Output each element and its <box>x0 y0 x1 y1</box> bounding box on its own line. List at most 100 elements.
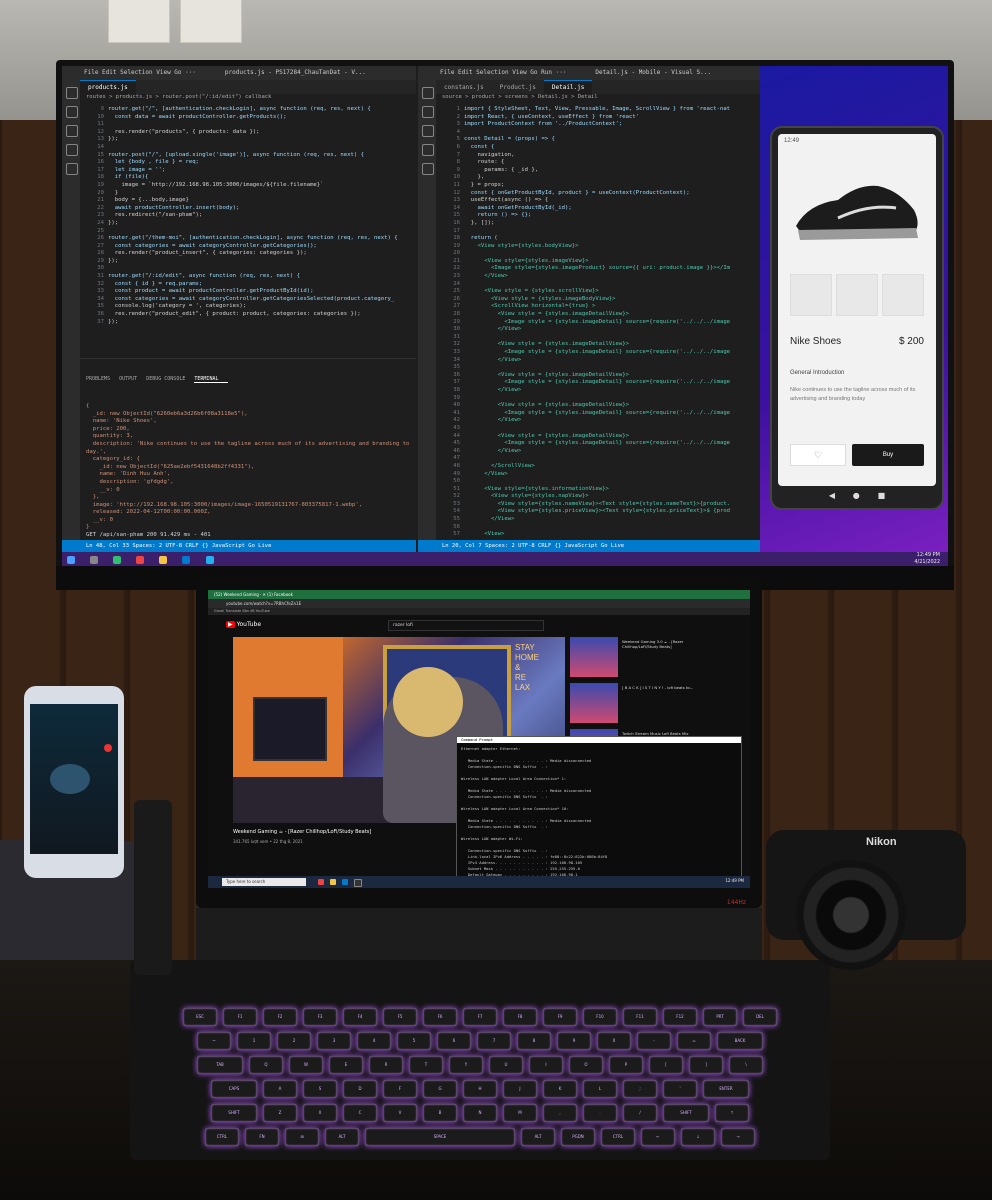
debug-icon[interactable] <box>66 144 78 156</box>
vscode-icon[interactable] <box>342 879 348 885</box>
keyboard-key[interactable]: N <box>463 1104 497 1122</box>
youtube-logo[interactable]: ▶ YouTube <box>226 621 261 628</box>
keyboard-key[interactable]: ENTER <box>703 1080 749 1098</box>
keyboard-key[interactable]: SHIFT <box>211 1104 257 1122</box>
vscode-menu[interactable]: File Edit Selection View Go ··· <box>84 69 196 76</box>
command-prompt-window[interactable]: Command Prompt Ethernet adapter Ethernet:… <box>456 736 742 887</box>
keyboard-key[interactable]: ⊞ <box>285 1128 319 1146</box>
terminal-icon[interactable] <box>354 879 362 887</box>
app-icon[interactable] <box>113 556 122 564</box>
keyboard-key[interactable]: PGDN <box>561 1128 595 1146</box>
keyboard-key[interactable]: ' <box>663 1080 697 1098</box>
keyboard-key[interactable]: ↓ <box>681 1128 715 1146</box>
keyboard-key[interactable]: F4 <box>343 1008 377 1026</box>
keyboard-key[interactable]: V <box>383 1104 417 1122</box>
explorer-icon[interactable] <box>422 87 434 99</box>
keyboard-key[interactable]: [ <box>649 1056 683 1074</box>
keyboard-key[interactable]: 4 <box>357 1032 391 1050</box>
tab-products-js[interactable]: products.js <box>80 80 136 94</box>
windows-start-icon[interactable] <box>67 556 75 564</box>
list-item[interactable]: [ B A C K ] I S T I N Y ! - lofi beats t… <box>570 683 710 725</box>
keyboard-key[interactable]: 1 <box>237 1032 271 1050</box>
keyboard-key[interactable]: I <box>529 1056 563 1074</box>
address-bar[interactable]: youtube.com/watch?v=7RBhCfeZn1E <box>208 599 750 608</box>
keyboard-key[interactable]: CTRL <box>601 1128 635 1146</box>
keyboard-key[interactable]: CTRL <box>205 1128 239 1146</box>
keyboard-key[interactable]: Y <box>449 1056 483 1074</box>
panel-tab[interactable]: TERMINAL <box>194 376 228 384</box>
keyboard-key[interactable]: , <box>543 1104 577 1122</box>
keyboard-key[interactable]: FN <box>245 1128 279 1146</box>
keyboard-key[interactable]: A <box>263 1080 297 1098</box>
keyboard-key[interactable]: S <box>303 1080 337 1098</box>
chrome-icon[interactable] <box>318 879 324 885</box>
back-icon[interactable]: ◀ <box>829 491 835 500</box>
keyboard-key[interactable]: L <box>583 1080 617 1098</box>
keyboard-key[interactable]: F11 <box>623 1008 657 1026</box>
thumbnail[interactable] <box>882 274 924 316</box>
keyboard-key[interactable]: T <box>409 1056 443 1074</box>
keyboard-key[interactable]: 3 <box>317 1032 351 1050</box>
keyboard-key[interactable]: F10 <box>583 1008 617 1026</box>
browser-tabs[interactable]: (52) Weekend Gaming · ✕ (1) Facebook <box>208 590 750 599</box>
folder-icon[interactable] <box>159 556 168 564</box>
source-control-icon[interactable] <box>66 125 78 137</box>
bookmarks-bar[interactable]: Gmail Translate Bản đồ YouTube <box>208 608 750 615</box>
keyboard-key[interactable]: F5 <box>383 1008 417 1026</box>
keyboard-key[interactable]: ] <box>689 1056 723 1074</box>
source-control-icon[interactable] <box>422 125 434 137</box>
keyboard-key[interactable]: Q <box>249 1056 283 1074</box>
keyboard-key[interactable]: E <box>329 1056 363 1074</box>
keyboard-key[interactable]: 8 <box>517 1032 551 1050</box>
keyboard-key[interactable]: P <box>609 1056 643 1074</box>
vscode-icon[interactable] <box>182 556 191 564</box>
keyboard-key[interactable]: F2 <box>263 1008 297 1026</box>
keyboard-key[interactable]: Z <box>263 1104 297 1122</box>
keyboard-key[interactable]: \ <box>729 1056 763 1074</box>
keyboard-key[interactable]: 0 <box>597 1032 631 1050</box>
keyboard-key[interactable]: ↑ <box>715 1104 749 1122</box>
keyboard-key[interactable]: C <box>343 1104 377 1122</box>
keyboard-key[interactable]: B <box>423 1104 457 1122</box>
keyboard-key[interactable]: X <box>303 1104 337 1122</box>
keyboard-key[interactable]: R <box>369 1056 403 1074</box>
keyboard-key[interactable]: / <box>623 1104 657 1122</box>
code-editor[interactable]: 1 import { StyleSheet, Text, View, Pressa… <box>436 106 760 540</box>
tab-detail-js[interactable]: Detail.js <box>543 80 593 94</box>
keyboard-key[interactable]: TAB <box>197 1056 243 1074</box>
terminal-panel[interactable]: PROBLEMS OUTPUT DEBUG CONSOLE TERMINAL {… <box>80 358 416 540</box>
keyboard-key[interactable]: U <box>489 1056 523 1074</box>
extensions-icon[interactable] <box>66 163 78 175</box>
keyboard-key[interactable]: ; <box>623 1080 657 1098</box>
tab-constans-js[interactable]: constans.js <box>436 81 492 94</box>
keyboard-key[interactable]: ← <box>641 1128 675 1146</box>
panel-tab[interactable]: DEBUG CONSOLE <box>146 376 194 382</box>
keyboard-key[interactable]: F8 <box>503 1008 537 1026</box>
search-icon[interactable] <box>66 106 78 118</box>
panel-tab[interactable]: OUTPUT <box>119 376 146 382</box>
keyboard-key[interactable]: 7 <box>477 1032 511 1050</box>
debug-icon[interactable] <box>422 144 434 156</box>
chrome-icon[interactable] <box>136 556 145 564</box>
thumbnail[interactable] <box>836 274 878 316</box>
keyboard-key[interactable]: W <box>289 1056 323 1074</box>
extensions-icon[interactable] <box>422 163 434 175</box>
keyboard-key[interactable]: - <box>637 1032 671 1050</box>
keyboard-key[interactable]: ALT <box>325 1128 359 1146</box>
keyboard-key[interactable]: F9 <box>543 1008 577 1026</box>
taskbar-search[interactable]: Type here to search <box>222 878 306 886</box>
tab-product-js[interactable]: Product.js <box>492 81 544 94</box>
keyboard-key[interactable]: 2 <box>277 1032 311 1050</box>
keyboard-key[interactable]: F1 <box>223 1008 257 1026</box>
explorer-icon[interactable] <box>66 87 78 99</box>
keyboard-key[interactable]: 9 <box>557 1032 591 1050</box>
recents-icon[interactable]: ■ <box>878 491 886 500</box>
search-icon[interactable] <box>422 106 434 118</box>
keyboard-key[interactable]: J <box>503 1080 537 1098</box>
keyboard-key[interactable]: SPACE <box>365 1128 515 1146</box>
thumbnail[interactable] <box>790 274 832 316</box>
vscode-menu[interactable]: File Edit Selection View Go Run ··· <box>440 69 566 76</box>
keyboard-key[interactable]: ESC <box>183 1008 217 1026</box>
keyboard-key[interactable]: CAPS <box>211 1080 257 1098</box>
home-icon[interactable]: ● <box>853 491 860 500</box>
